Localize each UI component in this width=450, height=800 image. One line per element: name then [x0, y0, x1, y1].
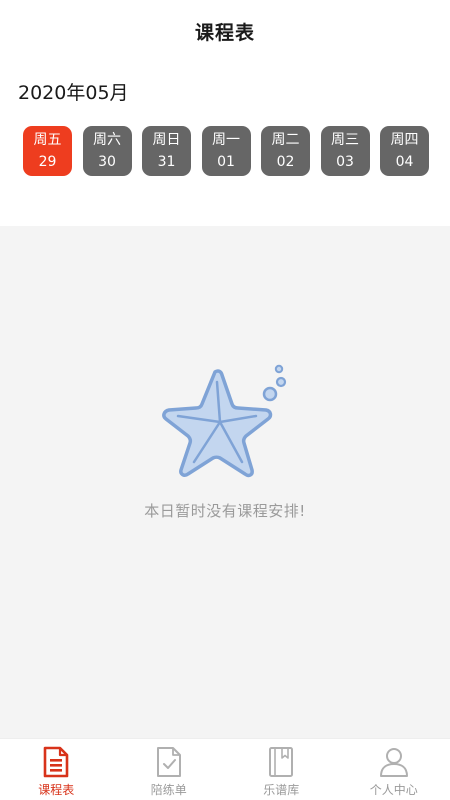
starfish-icon: [162, 364, 287, 478]
tab-score-library[interactable]: 乐谱库: [225, 739, 338, 800]
day-weekday: 周一: [212, 132, 240, 148]
practice-list-icon: [156, 747, 181, 777]
day-chip-wed-03[interactable]: 周三 03: [320, 126, 370, 176]
tab-label: 个人中心: [369, 783, 418, 797]
score-library-icon: [269, 747, 294, 777]
day-date: 02: [276, 154, 295, 170]
tab-label: 陪练单: [150, 783, 187, 797]
day-chip-tue-02[interactable]: 周二 02: [261, 126, 310, 176]
bottom-tab-bar: 课程表 陪练单 乐谱库 个人中心: [0, 738, 450, 800]
day-weekday: 周六: [93, 132, 121, 148]
day-date: 01: [217, 154, 235, 170]
day-weekday: 周四: [390, 132, 419, 148]
day-weekday: 周日: [152, 132, 181, 148]
day-date: 29: [38, 154, 57, 170]
month-label: 2020年05月: [18, 82, 129, 104]
day-chip-mon-01[interactable]: 周一 01: [201, 126, 251, 176]
page-title: 课程表: [194, 21, 255, 44]
day-selector: 周五 29 周六 30 周日 31 周一 01 周二 02 周三 03 周四 0…: [23, 126, 429, 176]
day-chip-sun-31[interactable]: 周日 31: [142, 126, 191, 176]
day-weekday: 周二: [271, 132, 300, 148]
schedule-content: 本日暂时没有课程安排!: [0, 226, 450, 738]
tab-label: 课程表: [38, 783, 75, 797]
day-date: 30: [98, 154, 116, 170]
day-weekday: 周三: [331, 132, 359, 148]
day-date: 31: [157, 154, 176, 170]
schedule-icon: [43, 746, 69, 778]
day-chip-fri-29[interactable]: 周五 29: [23, 126, 72, 176]
profile-icon: [379, 748, 408, 777]
empty-state-message: 本日暂时没有课程安排!: [144, 502, 306, 520]
day-date: 03: [336, 154, 354, 170]
tab-profile[interactable]: 个人中心: [338, 739, 450, 800]
day-chip-sat-30[interactable]: 周六 30: [82, 126, 132, 176]
tab-practice-list[interactable]: 陪练单: [113, 739, 226, 800]
day-weekday: 周五: [33, 132, 62, 148]
tab-schedule[interactable]: 课程表: [0, 739, 113, 800]
day-chip-thu-04[interactable]: 周四 04: [380, 126, 429, 176]
tab-label: 乐谱库: [263, 783, 300, 797]
header: 课程表: [0, 0, 450, 62]
day-date: 04: [395, 154, 414, 170]
